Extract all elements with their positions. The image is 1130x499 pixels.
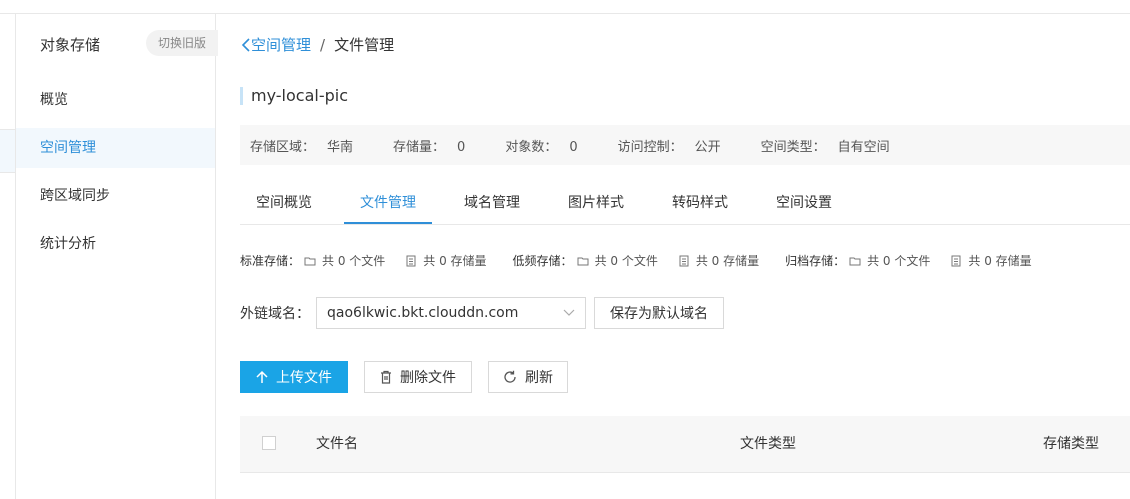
arrow-up-icon [256, 370, 268, 383]
info-bucket-type: 空间类型： 自有空间 [760, 139, 890, 155]
breadcrumb-separator: / [320, 35, 326, 54]
document-icon [951, 255, 961, 266]
info-access-control: 访问控制： 公开 [617, 139, 721, 155]
info-object-count: 对象数： 0 [505, 139, 578, 155]
tab-transcode-styles[interactable]: 转码样式 [656, 182, 744, 224]
sidebar-item-cross-region-sync[interactable]: 跨区域同步 [16, 176, 215, 216]
refresh-icon [504, 370, 516, 383]
column-header-storage-type[interactable]: 存储类型 [1043, 416, 1099, 472]
tab-domain-management[interactable]: 域名管理 [448, 182, 536, 224]
breadcrumb: 空间管理 / 文件管理 [241, 34, 394, 55]
stat-standard: 标准存储： 共 0 个文件 共 0 存储量 [240, 254, 487, 268]
tab-bar: 空间概览 文件管理 域名管理 图片样式 转码样式 空间设置 [240, 182, 1130, 225]
select-all-checkbox[interactable] [262, 436, 276, 450]
folder-icon [849, 257, 861, 265]
chevron-down-icon [563, 309, 575, 316]
tab-overview[interactable]: 空间概览 [240, 182, 328, 224]
file-actions: 上传文件 删除文件 刷新 [240, 361, 568, 393]
domain-row: 外链域名： qao6lkwic.bkt.clouddn.com 保存为默认域名 [240, 297, 724, 329]
tab-bucket-settings[interactable]: 空间设置 [760, 182, 848, 224]
sidebar-item-statistics[interactable]: 统计分析 [16, 224, 215, 264]
domain-label: 外链域名： [240, 306, 310, 322]
nav-strip-highlight [0, 129, 15, 173]
bucket-name: my-local-pic [240, 87, 348, 105]
top-bar [0, 0, 1130, 14]
save-default-domain-button[interactable]: 保存为默认域名 [594, 297, 724, 329]
trash-icon [381, 370, 391, 384]
document-icon [679, 255, 689, 266]
sidebar: 对象存储 切换旧版 概览 空间管理 跨区域同步 统计分析 [16, 14, 218, 499]
column-header-filename[interactable]: 文件名 [316, 416, 358, 472]
document-icon [406, 255, 416, 266]
storage-stats: 标准存储： 共 0 个文件 共 0 存储量 低频存储： 共 0 个文件 共 0 … [240, 252, 1058, 269]
file-table-header: 文件名 文件类型 存储类型 [240, 416, 1130, 473]
refresh-button[interactable]: 刷新 [488, 361, 568, 393]
breadcrumb-back-label: 空间管理 [251, 36, 312, 54]
switch-old-version-button[interactable]: 切换旧版 [146, 30, 218, 56]
tab-file-management[interactable]: 文件管理 [344, 182, 432, 224]
sidebar-title: 对象存储 [40, 36, 101, 54]
main-content: 空间管理 / 文件管理 my-local-pic 存储区域： 华南 存储量： 0 对… [216, 14, 1130, 499]
breadcrumb-current: 文件管理 [334, 36, 395, 54]
breadcrumb-back-link[interactable]: 空间管理 [241, 34, 311, 55]
sidebar-item-overview[interactable]: 概览 [16, 80, 215, 120]
folder-icon [577, 257, 589, 265]
stat-infrequent: 低频存储： 共 0 个文件 共 0 存储量 [512, 254, 760, 268]
domain-select-value: qao6lkwic.bkt.clouddn.com [327, 305, 519, 321]
info-storage: 存储量： 0 [393, 139, 466, 155]
info-region: 存储区域： 华南 [250, 139, 354, 155]
stat-archive: 归档存储： 共 0 个文件 共 0 存储量 [785, 254, 1032, 268]
upload-file-button[interactable]: 上传文件 [240, 361, 348, 393]
chevron-left-icon [241, 37, 250, 52]
bucket-info-bar: 存储区域： 华南 存储量： 0 对象数： 0 访问控制： 公开 空间类型： 自有空间 [240, 125, 1130, 165]
tab-image-styles[interactable]: 图片样式 [552, 182, 640, 224]
left-nav-strip [0, 14, 16, 499]
sidebar-item-bucket-management[interactable]: 空间管理 [16, 128, 215, 168]
domain-select[interactable]: qao6lkwic.bkt.clouddn.com [316, 297, 586, 329]
delete-file-button[interactable]: 删除文件 [364, 361, 472, 393]
column-header-file-type[interactable]: 文件类型 [740, 416, 796, 472]
folder-icon [304, 257, 316, 265]
